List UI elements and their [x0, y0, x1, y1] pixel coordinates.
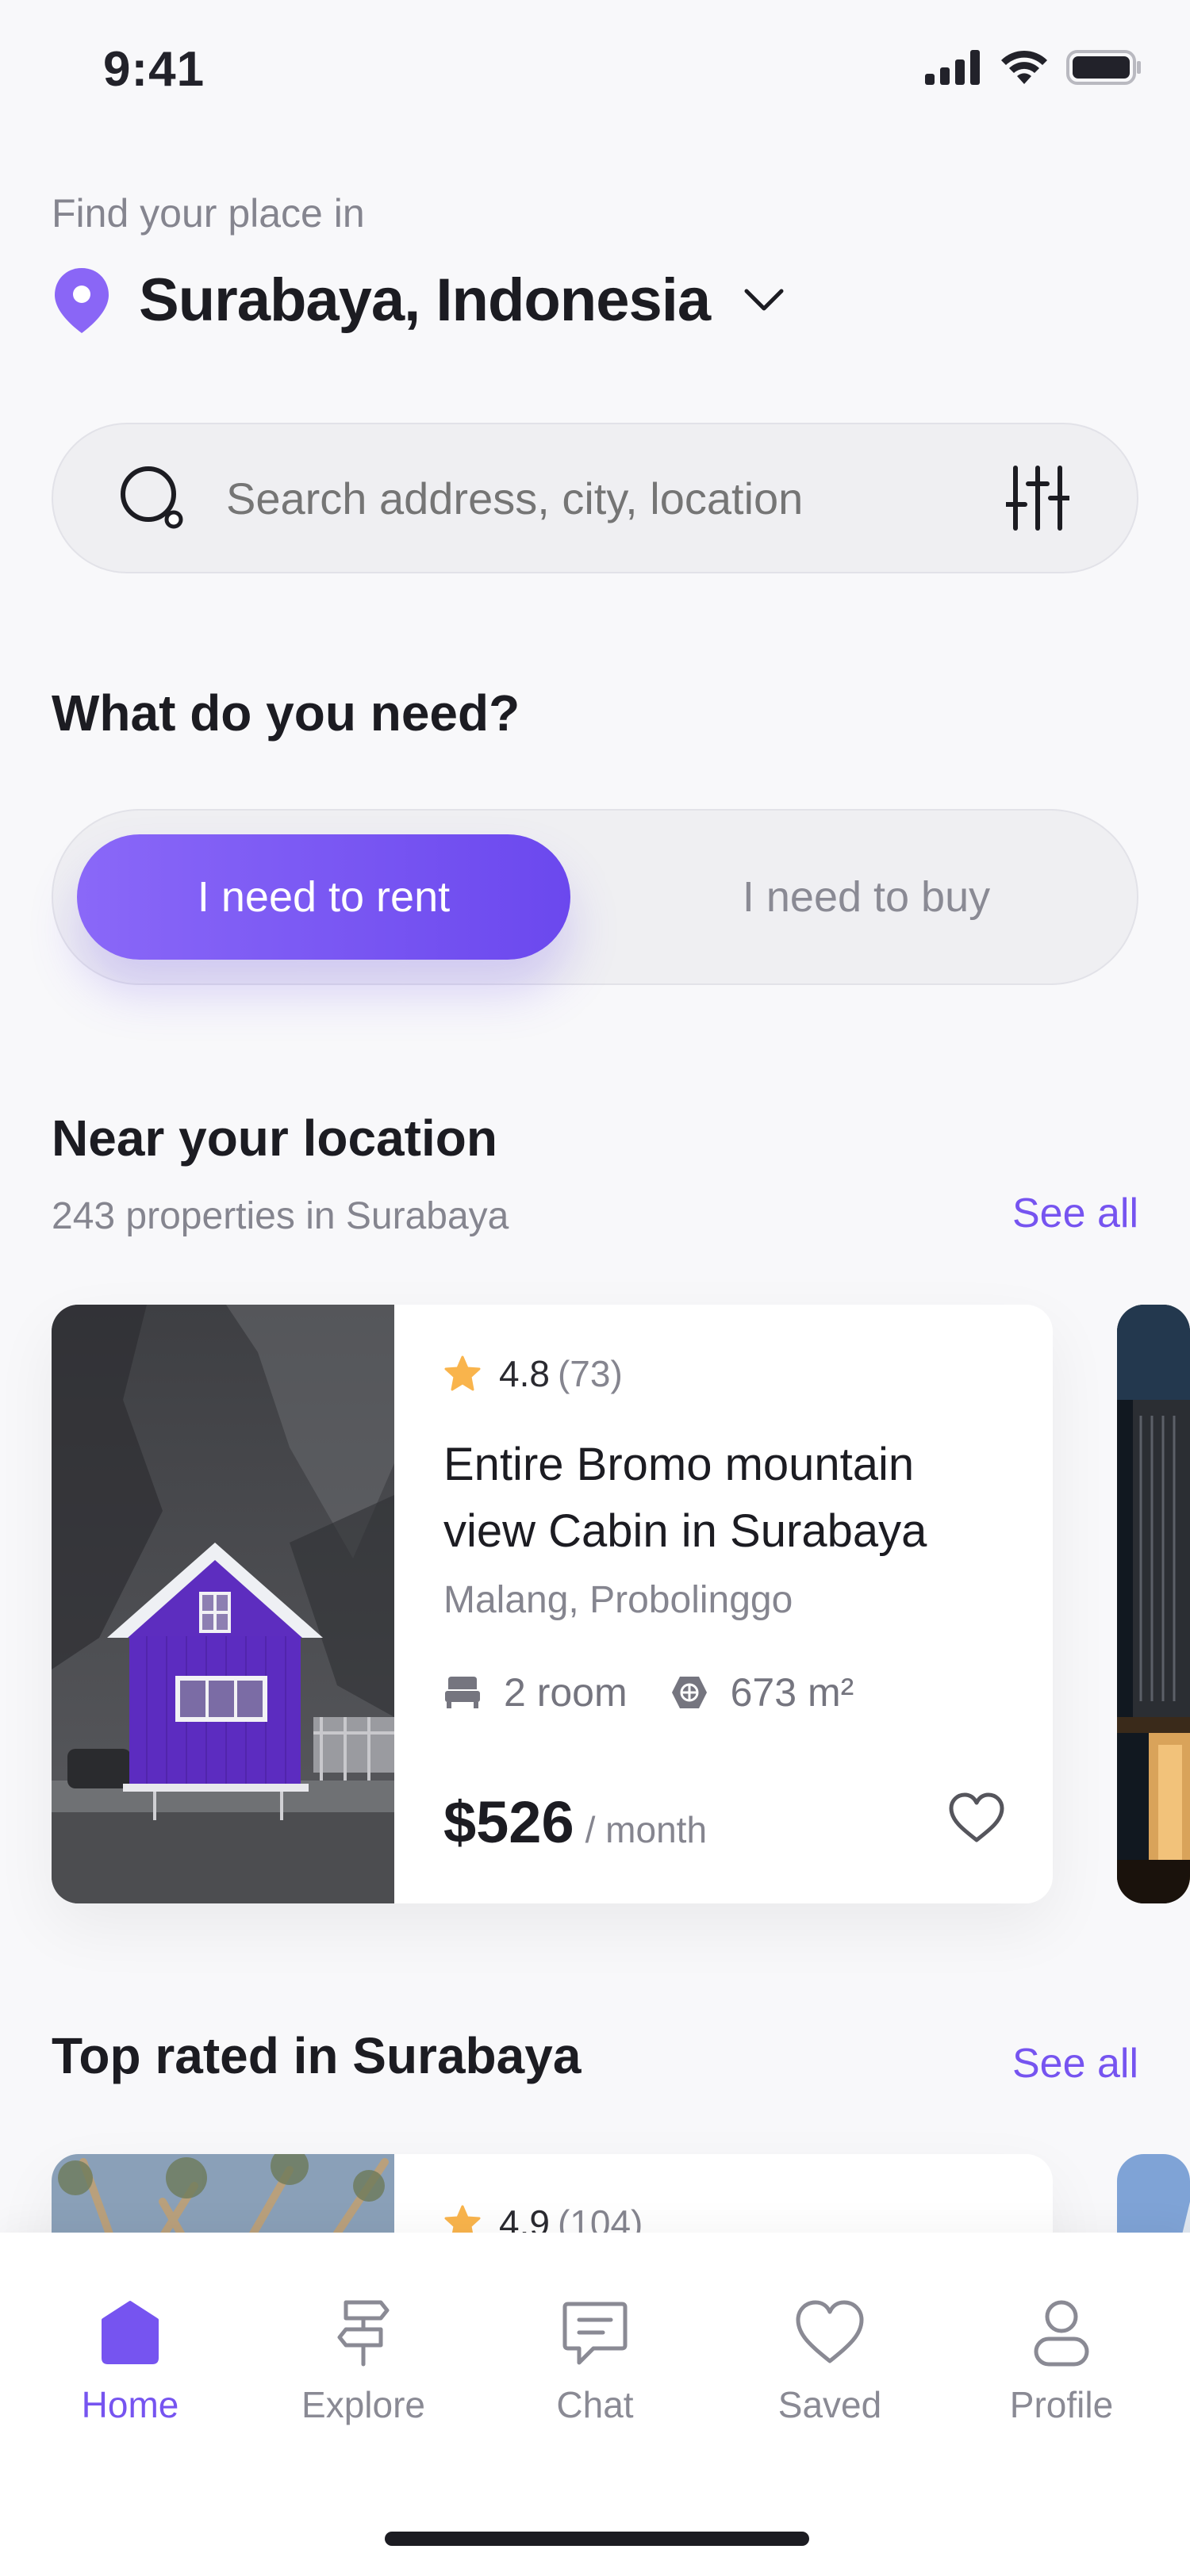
- tab-chat[interactable]: Chat: [500, 2296, 690, 2426]
- buy-option-button[interactable]: I need to buy: [620, 834, 1113, 960]
- cabin-photo: [52, 1305, 394, 1903]
- find-place-label: Find your place in: [52, 191, 365, 236]
- tab-profile[interactable]: Profile: [966, 2296, 1157, 2426]
- area-icon: [671, 1677, 707, 1708]
- bed-icon: [445, 1677, 480, 1708]
- heart-icon[interactable]: [948, 1792, 1005, 1843]
- area-size: 673 m²: [730, 1670, 854, 1715]
- chat-icon: [562, 2302, 628, 2365]
- property-title: Entire Bromo mountain view Cabin in Sura…: [443, 1439, 927, 1557]
- search-input[interactable]: [226, 472, 1006, 524]
- rent-buy-toggle: I need to rent I need to buy: [52, 809, 1138, 985]
- near-section-title: Near your location: [52, 1110, 497, 1167]
- price-amount: $526: [443, 1789, 574, 1855]
- review-count: (73): [557, 1353, 623, 1394]
- tab-label: Home: [81, 2384, 179, 2425]
- star-icon: [444, 1355, 481, 1391]
- tab-explore[interactable]: Explore: [268, 2296, 459, 2426]
- amenities: 2 room 673 m²: [443, 1669, 896, 1715]
- rating-value: 4.8: [499, 1353, 550, 1394]
- battery-icon: [1066, 50, 1141, 85]
- cellular-signal-icon: [925, 50, 980, 85]
- status-bar: 9:41: [0, 0, 1190, 143]
- bottom-tab-bar: Home Explore Chat Saved Profile: [0, 2233, 1190, 2576]
- status-icons: [925, 49, 1142, 86]
- property-info: 4.8 (73) Entire Bromo mountain view Cabi…: [394, 1305, 1053, 1903]
- search-bar[interactable]: [52, 423, 1138, 573]
- chevron-down-icon: [744, 289, 784, 310]
- filter-sliders-icon[interactable]: [1006, 465, 1069, 531]
- top-rated-title: Top rated in Surabaya: [52, 2027, 582, 2084]
- location-pin-icon: [55, 267, 109, 333]
- tab-label: Saved: [777, 2384, 882, 2425]
- tab-label: Profile: [1009, 2384, 1114, 2425]
- location-selector[interactable]: Surabaya, Indonesia: [52, 266, 786, 335]
- tab-home[interactable]: Home: [35, 2296, 225, 2426]
- top-rated-see-all-link[interactable]: See all: [1012, 2040, 1138, 2087]
- search-icon: [121, 466, 183, 529]
- price: $526 / month: [443, 1788, 707, 1856]
- near-see-all-link[interactable]: See all: [1012, 1190, 1138, 1237]
- near-section-subtitle: 243 properties in Surabaya: [52, 1195, 509, 1237]
- tab-label: Chat: [556, 2384, 634, 2425]
- home-indicator: [385, 2532, 809, 2546]
- rating: 4.8 (73): [443, 1352, 623, 1395]
- property-card[interactable]: 4.8 (73) Entire Bromo mountain view Cabi…: [52, 1305, 1053, 1903]
- home-icon: [102, 2301, 159, 2364]
- tab-saved[interactable]: Saved: [735, 2296, 925, 2426]
- next-property-photo[interactable]: [1117, 1305, 1190, 1903]
- wifi-icon: [1001, 50, 1047, 84]
- rent-option-button[interactable]: I need to rent: [77, 834, 570, 960]
- profile-icon: [1034, 2300, 1089, 2367]
- tab-label: Explore: [301, 2384, 425, 2425]
- price-period: / month: [585, 1809, 708, 1850]
- heart-icon: [796, 2300, 864, 2363]
- property-location: Malang, Probolinggo: [443, 1579, 793, 1621]
- status-time: 9:41: [103, 42, 205, 97]
- room-count: 2 room: [504, 1670, 628, 1715]
- location-name: Surabaya, Indonesia: [139, 266, 711, 334]
- need-section-title: What do you need?: [52, 684, 520, 742]
- signpost-icon: [337, 2300, 390, 2367]
